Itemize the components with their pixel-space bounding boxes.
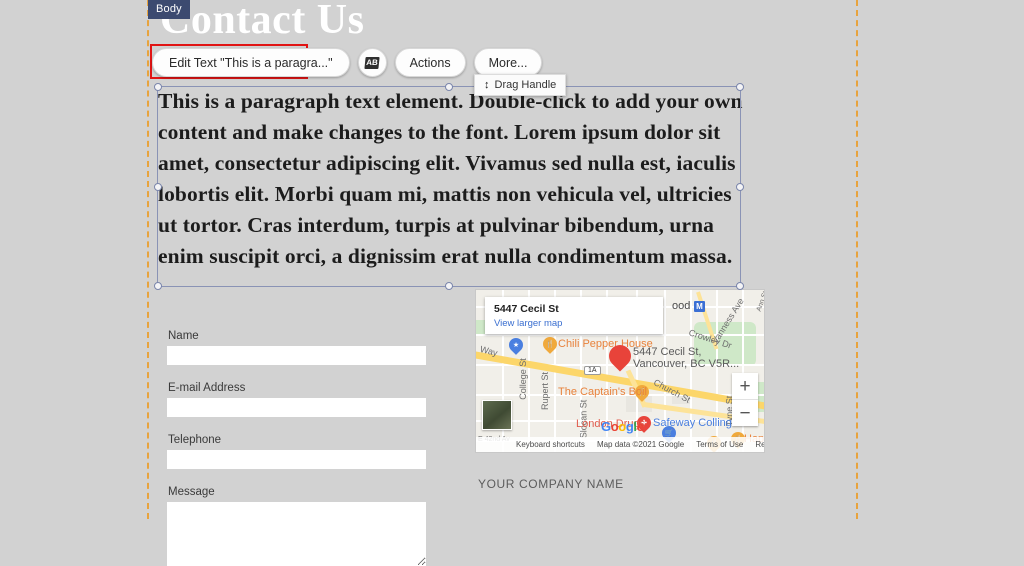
transit-badge-icon: M — [694, 301, 705, 312]
contact-form[interactable]: Name E-mail Address Telephone Message — [167, 330, 426, 566]
name-input[interactable] — [167, 346, 426, 365]
updown-arrow-icon: ↕ — [484, 78, 490, 91]
element-type-badge[interactable]: Body — [148, 0, 190, 19]
resize-handle-bottom-left[interactable] — [154, 282, 162, 290]
google-logo-letter-o2: o — [618, 419, 626, 434]
element-toolbar[interactable]: Edit Text "This is a paragra..." AB Acti… — [152, 48, 543, 77]
field-label-message: Message — [168, 486, 215, 498]
map-pin-restaurant-1-icon: 🍴 — [540, 334, 560, 354]
page-guide-left — [147, 0, 149, 519]
form-field-message: Message — [167, 486, 426, 566]
paragraph-text-element[interactable]: This is a paragraph text element. Double… — [158, 86, 743, 272]
map-satellite-thumbnail[interactable] — [482, 400, 512, 430]
map-data-attribution: Map data ©2021 Google — [596, 440, 685, 449]
map-pin-store-icon: ★ — [506, 335, 526, 355]
map-address-card[interactable]: 5447 Cecil St View larger map — [485, 297, 663, 334]
website-editor-canvas[interactable]: Body Contact Us This is a paragraph text… — [0, 0, 1024, 566]
field-label-telephone: Telephone — [168, 434, 222, 446]
drag-handle-label: Drag Handle — [494, 79, 557, 91]
email-input[interactable] — [167, 398, 426, 417]
map-poi-safeway: Safeway Collingw — [653, 417, 740, 429]
company-name-text[interactable]: YOUR COMPANY NAME — [478, 477, 624, 491]
map-report-error-link[interactable]: Report a map error — [755, 440, 764, 449]
edit-text-button[interactable]: Edit Text "This is a paragra..." — [152, 48, 350, 77]
map-address-title: 5447 Cecil St — [494, 303, 559, 315]
view-larger-map-link[interactable]: View larger map — [494, 317, 654, 330]
map-zoom-out-button[interactable]: − — [732, 400, 758, 426]
map-keyboard-shortcuts[interactable]: Keyboard shortcuts — [516, 440, 585, 449]
telephone-input[interactable] — [167, 450, 426, 469]
map-terms-of-use-link[interactable]: Terms of Use — [696, 440, 743, 449]
drag-handle-tooltip[interactable]: ↕ Drag Handle — [474, 74, 567, 96]
map-road-v-10 — [742, 290, 744, 452]
map-attribution-bar: Keyboard shortcuts Map data ©2021 Google… — [476, 437, 764, 452]
form-field-email: E-mail Address — [167, 382, 426, 417]
form-field-telephone: Telephone — [167, 434, 426, 469]
map-zoom-in-button[interactable]: + — [732, 373, 758, 400]
resize-handle-bottom-center[interactable] — [445, 282, 453, 290]
map-street-college-st: College St — [517, 358, 528, 400]
map-marker-label-line1: 5447 Cecil St, — [633, 346, 702, 358]
actions-button[interactable]: Actions — [394, 48, 466, 77]
google-logo: Google — [601, 419, 644, 434]
font-style-button[interactable]: AB — [357, 48, 387, 77]
font-style-icon: AB — [364, 56, 380, 69]
message-textarea[interactable] — [167, 502, 426, 566]
form-field-name: Name — [167, 330, 426, 365]
field-label-name: Name — [168, 330, 199, 342]
map-location-marker-icon — [604, 340, 636, 375]
more-button[interactable]: More... — [473, 48, 543, 77]
field-label-email: E-mail Address — [168, 382, 246, 394]
map-poi-captains-boil: The Captain's Boil — [558, 386, 647, 398]
google-map-embed[interactable]: 1A M ood Vanness Ave Crowley Dr Rupert S… — [475, 289, 765, 453]
page-guide-right — [856, 0, 858, 519]
map-street-rupert-st: Rupert St — [540, 371, 551, 411]
map-zoom-controls[interactable]: + − — [732, 373, 758, 426]
page-title[interactable]: Contact Us — [160, 0, 364, 43]
google-logo-letter-g: G — [601, 419, 611, 434]
google-logo-letter-e: e — [636, 419, 644, 434]
map-marker-label-line2: Vancouver, BC V5R... — [633, 358, 740, 370]
map-poi-label-ood: ood — [672, 300, 691, 312]
route-shield: 1A — [584, 366, 601, 375]
